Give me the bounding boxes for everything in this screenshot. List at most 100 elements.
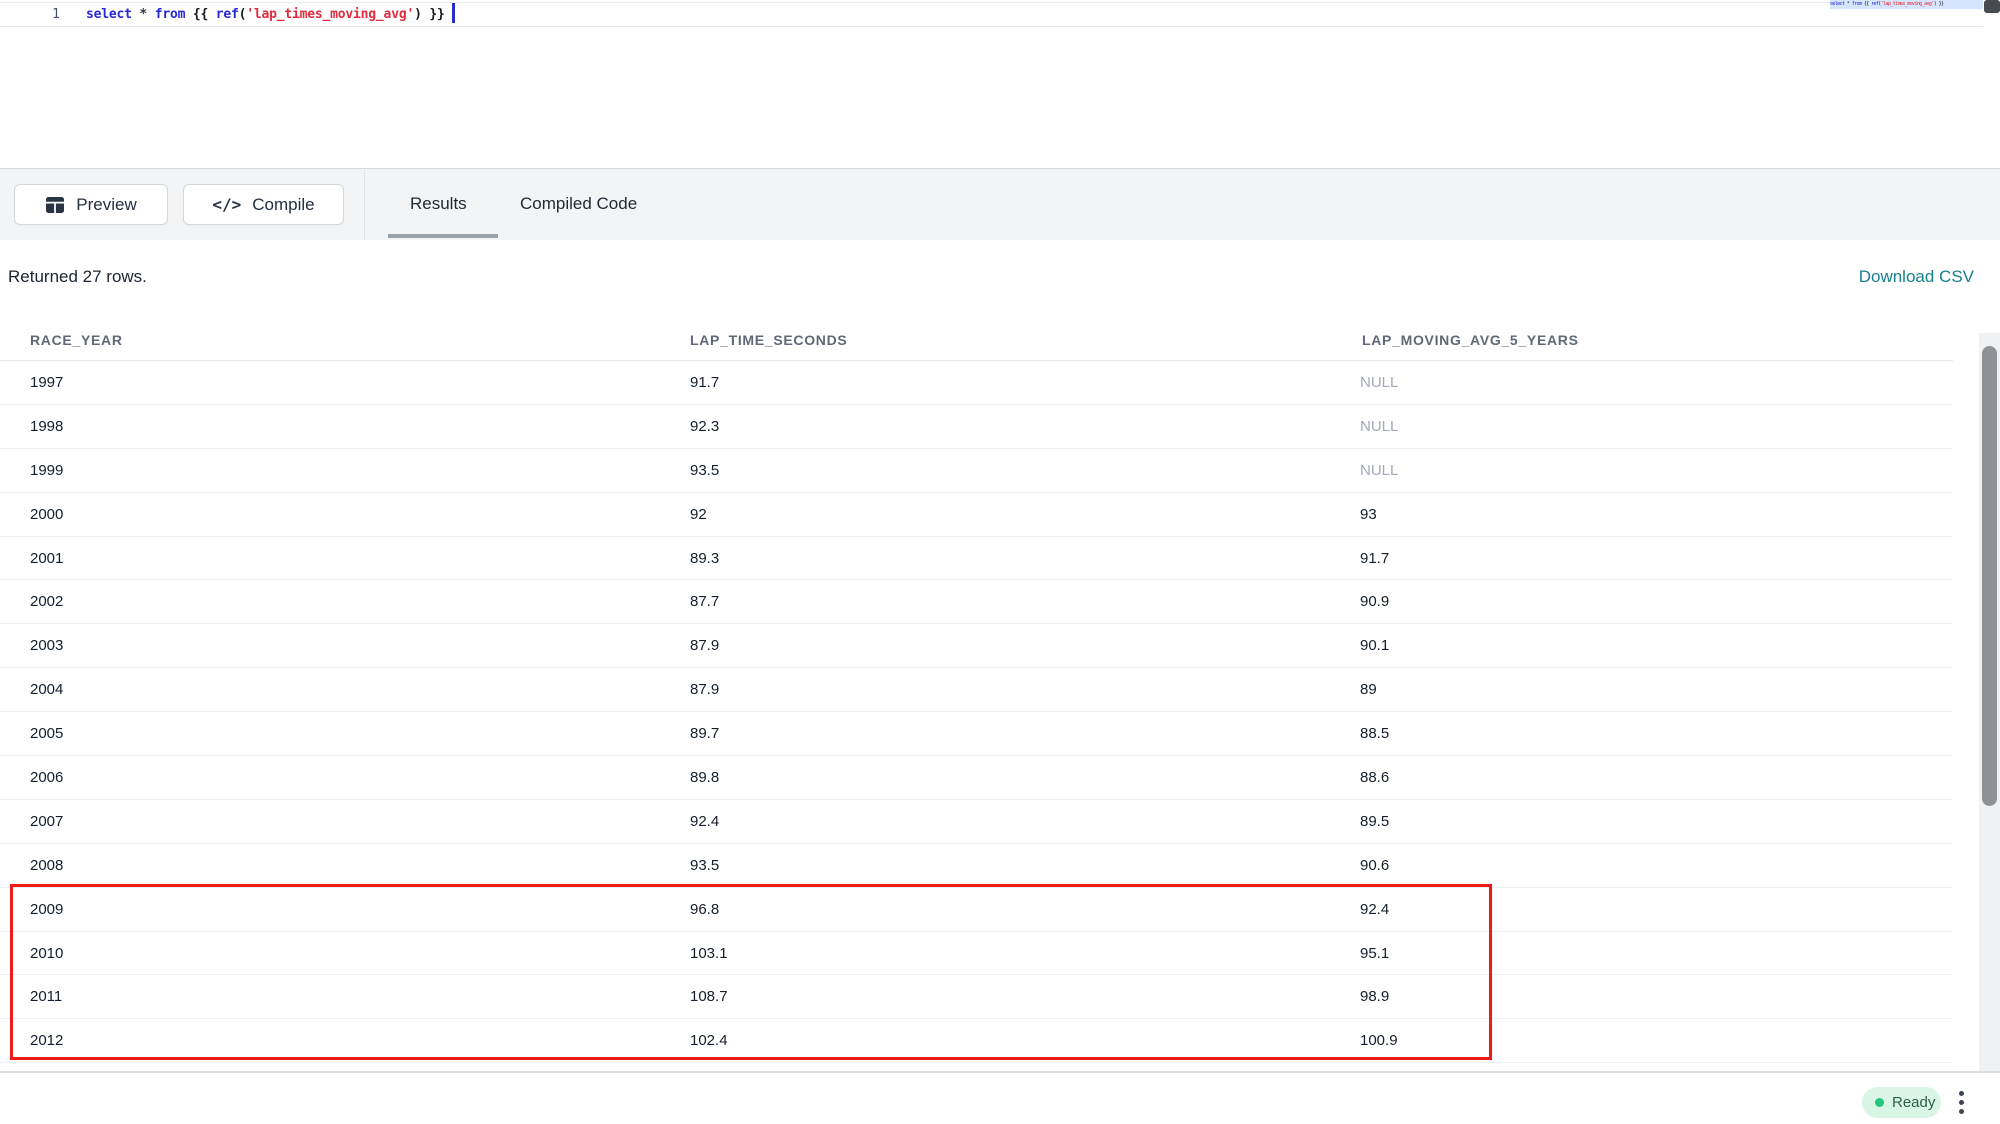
- cell-race-year: 2001: [30, 537, 63, 581]
- code-token-bracket: ): [414, 7, 422, 22]
- results-scrollbar-thumb[interactable]: [1982, 346, 1997, 806]
- code-token-keyword: select: [86, 7, 132, 22]
- cell-race-year: 2000: [30, 493, 63, 537]
- cell-lap-time-seconds: 103.1: [690, 932, 728, 976]
- table-row-2003[interactable]: 200387.990.1: [0, 624, 1953, 668]
- code-brackets-icon: </>: [212, 195, 241, 214]
- cell-lap-time-seconds: 89.3: [690, 537, 719, 581]
- kebab-menu-icon[interactable]: [1950, 1087, 1972, 1118]
- cell-lap-moving-avg-5-years: 95.1: [1360, 932, 1389, 976]
- cell-lap-time-seconds: 91.7: [690, 361, 719, 405]
- code-token-keyword: from: [155, 7, 186, 22]
- table-row-2010[interactable]: 2010 103.1 95.1: [0, 932, 1953, 976]
- table-row-2006[interactable]: 2006 89.8 88.6: [0, 756, 1953, 800]
- code-line[interactable]: select * from {{ ref('lap_times_moving_a…: [86, 3, 455, 27]
- cell-race-year: 2006: [30, 756, 63, 800]
- table-row-2009[interactable]: 2009 96.8 92.4: [0, 888, 1953, 932]
- cell-race-year: 2003: [30, 624, 63, 668]
- text-cursor: [452, 3, 455, 23]
- cell-lap-moving-avg-5-years: 89: [1360, 668, 1377, 712]
- cell-race-year: 2002: [30, 580, 63, 624]
- ready-status-dot-icon: [1875, 1098, 1884, 1107]
- cell-lap-moving-avg-5-years: 88.5: [1360, 712, 1389, 756]
- cell-lap-moving-avg-5-years: NULL: [1360, 361, 1398, 405]
- cell-lap-time-seconds: 96.8: [690, 888, 719, 932]
- preview-button[interactable]: Preview: [14, 184, 168, 225]
- tab-compiled-code[interactable]: Compiled Code: [520, 194, 637, 214]
- table-grid-icon: [45, 196, 65, 214]
- table-row-2007[interactable]: 200792.489.5: [0, 800, 1953, 844]
- cell-race-year: 2004: [30, 668, 63, 712]
- table-row-2005[interactable]: 2005 89.7 88.5: [0, 712, 1953, 756]
- cell-race-year: 1997: [30, 361, 63, 405]
- cell-lap-time-seconds: 92: [690, 493, 707, 537]
- cell-race-year: 1998: [30, 405, 63, 449]
- cell-race-year: 2008: [30, 844, 63, 888]
- editor-minimap[interactable]: select * from {{ ref('lap_times_moving_a…: [1830, 0, 1983, 10]
- table-row-1999[interactable]: 199993.5NULL: [0, 449, 1953, 493]
- table-row-2000[interactable]: 2000 92 93: [0, 493, 1953, 537]
- cell-lap-time-seconds: 89.8: [690, 756, 719, 800]
- minimap-line: select * from {{ ref('lap_times_moving_a…: [1830, 0, 1983, 9]
- cell-race-year: 2012: [30, 1019, 63, 1063]
- code-token-plain: [185, 7, 193, 22]
- statusbar-divider: [0, 1071, 2000, 1073]
- cell-lap-moving-avg-5-years: NULL: [1360, 449, 1398, 493]
- status-badge: Ready: [1862, 1087, 1941, 1118]
- cell-lap-time-seconds: 92.3: [690, 405, 719, 449]
- table-row-2008[interactable]: 200893.590.6: [0, 844, 1953, 888]
- cell-race-year: 2010: [30, 932, 63, 976]
- cell-lap-time-seconds: 108.7: [690, 975, 728, 1019]
- cell-lap-time-seconds: 92.4: [690, 800, 719, 844]
- column-header-lap-time-seconds[interactable]: LAP_TIME_SECONDS: [690, 332, 847, 348]
- cell-lap-time-seconds: 87.7: [690, 580, 719, 624]
- code-token-plain: [208, 7, 216, 22]
- editor-scrollbar-thumb[interactable]: [1984, 0, 2000, 13]
- table-row-2012[interactable]: 2012 102.4 100.9: [0, 1019, 1953, 1063]
- results-toolbar: Preview </> Compile Results Compiled Cod…: [0, 168, 2000, 240]
- code-token-operator: *: [139, 7, 147, 22]
- cell-race-year: 2009: [30, 888, 63, 932]
- sql-editor[interactable]: 1 select * from {{ ref('lap_times_moving…: [0, 0, 2000, 168]
- cell-lap-moving-avg-5-years: 90.6: [1360, 844, 1389, 888]
- cell-lap-moving-avg-5-years: 90.9: [1360, 580, 1389, 624]
- code-tokens: select * from {{ ref('lap_times_moving_a…: [86, 7, 445, 22]
- table-body: 199791.7NULL199892.3NULL199993.5NULL2000…: [0, 361, 1953, 1063]
- code-token-keyword: select: [1830, 1, 1844, 7]
- code-token-bracket: }}: [1939, 1, 1944, 7]
- line-number: 1: [0, 3, 60, 27]
- ready-status-label: Ready: [1892, 1094, 1935, 1111]
- cell-lap-time-seconds: 102.4: [690, 1019, 728, 1063]
- column-header-lap-moving-avg-5-years[interactable]: LAP_MOVING_AVG_5_YEARS: [1362, 332, 1579, 348]
- cell-lap-time-seconds: 89.7: [690, 712, 719, 756]
- tab-results[interactable]: Results: [410, 194, 467, 214]
- table-row-2011[interactable]: 2011108.798.9: [0, 975, 1953, 1019]
- cell-lap-moving-avg-5-years: 93: [1360, 493, 1377, 537]
- cell-lap-moving-avg-5-years: 100.9: [1360, 1019, 1398, 1063]
- cell-lap-moving-avg-5-years: 98.9: [1360, 975, 1389, 1019]
- table-row-2001[interactable]: 200189.391.7: [0, 537, 1953, 581]
- table-header: RACE_YEAR LAP_TIME_SECONDS LAP_MOVING_AV…: [0, 322, 1953, 361]
- table-row-2002[interactable]: 2002 87.7 90.9: [0, 580, 1953, 624]
- column-header-race-year[interactable]: RACE_YEAR: [30, 332, 123, 348]
- table-row-2004[interactable]: 2004 87.9 89: [0, 668, 1953, 712]
- code-token-string: 'lap_times_moving_avg': [1881, 1, 1934, 7]
- cell-lap-moving-avg-5-years: 92.4: [1360, 888, 1389, 932]
- cell-race-year: 2005: [30, 712, 63, 756]
- cell-lap-time-seconds: 87.9: [690, 668, 719, 712]
- code-token-bracket: }}: [429, 7, 444, 22]
- code-token-plain: [147, 7, 155, 22]
- table-row-1998[interactable]: 1998 92.3 NULL: [0, 405, 1953, 449]
- code-token-function: ref: [216, 7, 239, 22]
- compile-button[interactable]: </> Compile: [183, 184, 344, 225]
- active-tab-underline: [388, 234, 498, 238]
- code-token-bracket: {{: [193, 7, 208, 22]
- cell-lap-moving-avg-5-years: 89.5: [1360, 800, 1389, 844]
- cell-lap-moving-avg-5-years: 88.6: [1360, 756, 1389, 800]
- download-csv-link[interactable]: Download CSV: [1859, 267, 1974, 287]
- results-scrollbar-track[interactable]: [1979, 333, 2000, 1071]
- cell-lap-moving-avg-5-years: NULL: [1360, 405, 1398, 449]
- table-row-1997[interactable]: 1997 91.7 NULL: [0, 361, 1953, 405]
- row-count-summary: Returned 27 rows.: [8, 267, 147, 287]
- cell-lap-time-seconds: 93.5: [690, 449, 719, 493]
